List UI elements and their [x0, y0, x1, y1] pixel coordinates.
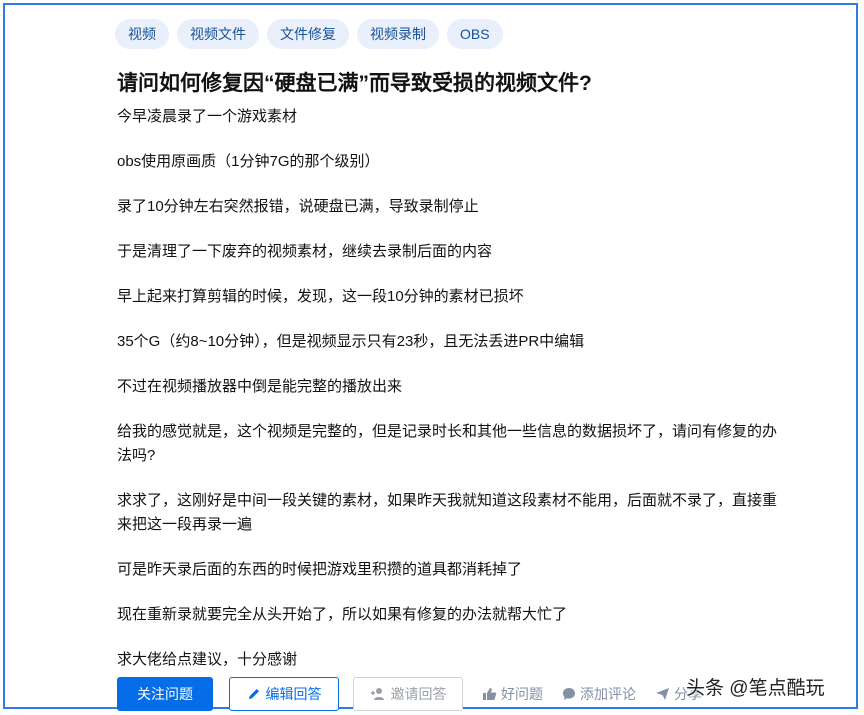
- question-card: 视频 视频文件 文件修复 视频录制 OBS 请问如何修复因“硬盘已满”而导致受损…: [3, 3, 858, 711]
- question-body: 今早凌晨录了一个游戏素材 obs使用原画质（1分钟7G的那个级别） 录了10分钟…: [117, 105, 787, 693]
- invite-user-icon: [370, 688, 384, 700]
- question-paragraph: 求大佬给点建议，十分感谢: [117, 651, 298, 668]
- question-paragraph: obs使用原画质（1分钟7G的那个级别）: [117, 153, 380, 170]
- question-paragraph: 35个G（约8~10分钟），但是视频显示只有23秒，且无法丢进PR中编辑: [117, 333, 585, 350]
- topic-tag[interactable]: 文件修复: [267, 19, 349, 49]
- topic-tag[interactable]: 视频文件: [177, 19, 259, 49]
- invite-answer-label: 邀请回答: [390, 686, 447, 702]
- question-title: 请问如何修复因“硬盘已满”而导致受损的视频文件?: [117, 72, 592, 95]
- follow-question-button[interactable]: 关注问题: [117, 677, 213, 711]
- topic-tag[interactable]: 视频: [115, 19, 169, 49]
- watermark-text: 头条 @笔点酷玩: [686, 678, 825, 699]
- add-comment-button[interactable]: 添加评论: [562, 684, 636, 704]
- invite-answer-button[interactable]: 邀请回答: [353, 677, 463, 711]
- question-paragraph: 早上起来打算剪辑的时候，发现，这一段10分钟的素材已损坏: [117, 288, 524, 305]
- question-paragraph: 于是清理了一下废弃的视频素材，继续去录制后面的内容: [117, 243, 493, 260]
- comment-bubble-icon: [563, 688, 575, 700]
- question-paragraph: 今早凌晨录了一个游戏素材: [117, 108, 298, 125]
- question-paragraph: 现在重新录就要完全从头开始了，所以如果有修复的办法就帮大忙了: [117, 606, 568, 623]
- edit-answer-label: 编辑回答: [265, 686, 322, 702]
- question-paragraph: 录了10分钟左右突然报错，说硬盘已满，导致录制停止: [117, 198, 479, 215]
- edit-answer-button[interactable]: 编辑回答: [229, 677, 339, 711]
- pencil-icon: [248, 689, 259, 699]
- thumbs-up-icon: [483, 688, 497, 700]
- good-question-label: 好问题: [501, 686, 543, 702]
- question-paragraph: 给我的感觉就是，这个视频是完整的，但是记录时长和其他一些信息的数据损坏了，请问有…: [117, 423, 778, 464]
- question-paragraph: 不过在视频播放器中倒是能完整的播放出来: [117, 378, 403, 395]
- question-paragraph: 求求了，这刚好是中间一段关键的素材，如果昨天我就知道这段素材不能用，后面就不录了…: [117, 492, 778, 533]
- topic-tag[interactable]: OBS: [447, 19, 503, 49]
- topic-tags: 视频 视频文件 文件修复 视频录制 OBS: [115, 19, 503, 49]
- follow-question-label: 关注问题: [137, 686, 193, 702]
- paper-plane-icon: [656, 688, 669, 700]
- good-question-button[interactable]: 好问题: [482, 684, 543, 704]
- question-paragraph: 可是昨天录后面的东西的时候把游戏里积攒的道具都消耗掉了: [117, 561, 523, 578]
- add-comment-label: 添加评论: [580, 686, 636, 702]
- topic-tag[interactable]: 视频录制: [357, 19, 439, 49]
